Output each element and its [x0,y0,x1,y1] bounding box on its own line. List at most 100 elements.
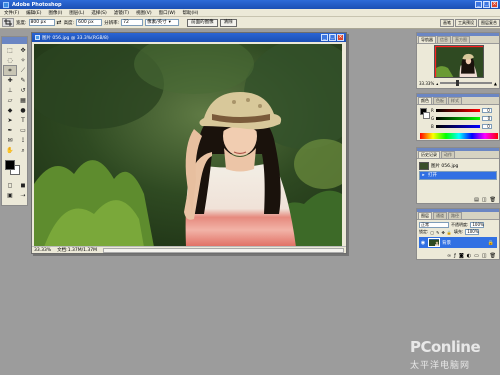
dodge-tool-icon[interactable]: ● [17,106,29,115]
well-tab-brushes[interactable]: 画笔 [440,19,454,27]
crop-tool-icon[interactable]: ⌗ [3,65,17,76]
tab-navigator[interactable]: 导航器 [418,36,436,43]
zoom-out-icon[interactable]: ▴ [436,81,438,86]
doc-maximize-button[interactable]: □ [329,34,336,41]
standard-mode-icon[interactable]: ◻ [4,181,16,190]
horizontal-scrollbar[interactable] [103,247,344,253]
new-group-icon[interactable]: ▭ [474,253,479,259]
menu-edit[interactable]: 编辑(E) [26,10,41,16]
screen-mode-icon[interactable]: ▣ [4,191,16,200]
layer-style-icon[interactable]: ƒ [454,253,456,259]
tab-swatches[interactable]: 色板 [433,97,447,104]
zoom-tool-icon[interactable]: ⌕ [17,146,29,155]
document-zoom[interactable]: 33.33% [34,248,51,253]
blend-mode-select[interactable]: 正常 [419,222,449,228]
new-layer-icon[interactable]: ◫ [482,253,487,259]
height-field[interactable]: 600 px [76,19,103,26]
magic-wand-tool-icon[interactable]: ✧ [17,56,29,65]
green-slider[interactable] [436,117,481,120]
blur-tool-icon[interactable]: ◆ [4,106,16,115]
add-mask-icon[interactable]: ◙ [459,253,464,259]
healing-brush-tool-icon[interactable]: ✚ [4,76,16,85]
menu-select[interactable]: 选择(S) [91,10,106,16]
fill-field[interactable]: 100% [465,229,480,235]
menu-image[interactable]: 图像(I) [48,10,62,16]
shape-tool-icon[interactable]: ▭ [17,126,29,135]
menu-file[interactable]: 文件(F) [4,10,19,16]
resolution-unit-select[interactable]: 像素/英寸 ▾ [145,19,180,26]
visibility-eye-icon[interactable]: ◉ [420,240,426,246]
hand-tool-icon[interactable]: ✋ [4,146,16,155]
move-tool-icon[interactable]: ✥ [17,46,29,55]
foreground-color-swatch[interactable] [5,160,15,170]
tab-channels[interactable]: 通道 [433,212,447,219]
blue-value-field[interactable]: 0 [481,124,492,129]
new-snapshot-icon[interactable]: ◫ [482,197,487,203]
quick-mask-mode-icon[interactable]: ◼ [17,181,29,190]
opacity-field[interactable]: 100% [470,222,485,228]
doc-close-button[interactable]: × [337,34,344,41]
slice-tool-icon[interactable]: ⟋ [17,66,29,75]
document-info[interactable]: 文档:1.37M/1.37M [57,247,97,253]
swap-dimensions-icon[interactable]: ⇄ [57,19,62,26]
delete-layer-icon[interactable]: 🗑 [490,253,496,259]
maximize-button[interactable]: □ [483,1,490,8]
lock-move-icon[interactable]: ✥ [442,230,445,235]
navigator-thumbnail[interactable] [434,45,484,78]
document-title-bar[interactable]: 图片 056.jpg @ 33.3%(RGB/8) [32,33,346,42]
lasso-tool-icon[interactable]: ◌ [4,56,16,65]
marquee-tool-icon[interactable]: ⬚ [4,46,16,55]
red-value-field[interactable]: 0 [481,108,492,113]
tab-actions[interactable]: 动作 [441,151,455,158]
well-tab-layer-comps[interactable]: 图层复合 [478,19,500,27]
menu-filter[interactable]: 滤镜(T) [114,10,129,16]
layer-row-background[interactable]: ◉ 背景 🔒 [419,237,497,248]
navigator-zoom-value[interactable]: 33.33% [419,81,434,86]
menu-view[interactable]: 视图(V) [136,10,152,16]
color-spectrum-bar[interactable] [420,133,498,139]
color-swatches[interactable] [4,159,25,177]
minimize-button[interactable]: _ [475,1,482,8]
notes-tool-icon[interactable]: ✉ [4,136,16,145]
brush-tool-icon[interactable]: ✎ [17,76,29,85]
front-image-button[interactable]: 前面的图像 [187,18,218,27]
link-layers-icon[interactable]: ∞ [447,253,451,259]
toolbox-header[interactable] [2,37,27,44]
zoom-slider[interactable] [440,80,492,86]
clear-button[interactable]: 清除 [219,18,237,27]
blue-slider[interactable] [435,125,480,128]
lock-brush-icon[interactable]: ✎ [436,230,439,235]
delete-state-icon[interactable]: 🗑 [490,197,496,203]
eyedropper-tool-icon[interactable]: ⟟ [17,136,29,145]
imageready-jump-icon[interactable]: ⇢ [17,191,29,200]
lock-all-icon[interactable]: 🔒 [447,230,452,235]
tab-history[interactable]: 历史记录 [418,151,440,158]
close-button[interactable]: × [491,1,498,8]
history-brush-tool-icon[interactable]: ↺ [17,86,29,95]
tab-layers[interactable]: 图层 [418,212,432,219]
tab-color[interactable]: 颜色 [418,97,432,104]
doc-minimize-button[interactable]: _ [321,34,328,41]
resolution-field[interactable]: 72 [121,19,144,26]
pen-tool-icon[interactable]: ✒ [4,126,16,135]
history-snapshot[interactable]: 图片 056.jpg [419,161,497,170]
red-slider[interactable] [435,109,480,112]
document-canvas-photo[interactable] [34,44,342,247]
eraser-tool-icon[interactable]: ▱ [4,96,16,105]
tab-histogram[interactable]: 直方图 [452,36,470,43]
tool-preset-picker[interactable] [2,18,14,27]
path-selection-tool-icon[interactable]: ➤ [4,116,16,125]
tab-paths[interactable]: 路径 [448,212,462,219]
lock-transparency-icon[interactable]: ▢ [430,230,434,235]
history-item[interactable]: ▸ 打开 [419,171,497,180]
color-bg-swatch[interactable] [423,112,430,119]
width-field[interactable]: 800 px [28,19,55,26]
tab-styles[interactable]: 样式 [448,97,462,104]
well-tab-tool-presets[interactable]: 工具预设 [455,19,477,27]
clone-stamp-tool-icon[interactable]: ⊥ [4,86,16,95]
new-fill-layer-icon[interactable]: ◐ [467,253,471,259]
tab-info[interactable]: 信息 [437,36,451,43]
menu-layer[interactable]: 图层(L) [69,10,84,16]
zoom-in-icon[interactable]: ▲ [494,81,497,86]
gradient-tool-icon[interactable]: ▦ [17,96,29,105]
